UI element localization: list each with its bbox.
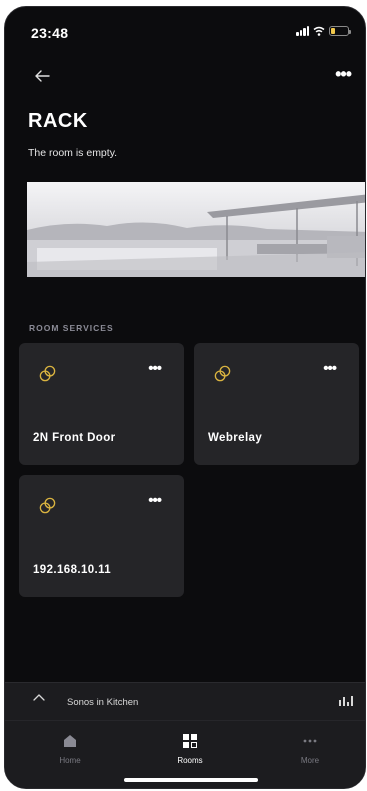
- home-indicator[interactable]: [124, 778, 258, 782]
- service-tile-192-168-10-11[interactable]: ••• 192.168.10.11: [19, 475, 184, 597]
- section-label: ROOM SERVICES: [29, 323, 114, 333]
- status-bar: 23:48: [5, 7, 365, 55]
- more-dots-icon: [303, 739, 317, 743]
- back-arrow-icon[interactable]: [33, 67, 51, 85]
- app-screen: 23:48 ••• RACK The room is empty. ROOM S…: [4, 6, 366, 789]
- chevron-up-icon[interactable]: [33, 693, 45, 703]
- tab-label: Home: [59, 756, 81, 765]
- link-rings-icon: [214, 365, 231, 382]
- room-photo: [27, 182, 365, 277]
- link-rings-icon: [39, 497, 56, 514]
- tab-label: More: [300, 756, 320, 765]
- service-tile-webrelay[interactable]: ••• Webrelay: [194, 343, 359, 465]
- service-name: 192.168.10.11: [33, 564, 112, 576]
- status-icons: [296, 26, 351, 36]
- battery-icon: [329, 26, 351, 36]
- now-playing-bar[interactable]: Sonos in Kitchen: [5, 682, 365, 720]
- tile-more-icon[interactable]: •••: [148, 361, 162, 376]
- page-title: RACK: [28, 110, 88, 132]
- cellular-signal-icon: [296, 26, 309, 36]
- link-rings-icon: [39, 365, 56, 382]
- status-time: 23:48: [31, 25, 69, 41]
- service-name: Webrelay: [208, 432, 263, 444]
- top-navigation: •••: [5, 63, 365, 93]
- tab-rooms[interactable]: Rooms: [155, 733, 225, 765]
- tab-more[interactable]: More: [275, 733, 345, 765]
- tab-home[interactable]: Home: [35, 733, 105, 765]
- tile-more-icon[interactable]: •••: [323, 361, 337, 376]
- more-options-icon[interactable]: •••: [335, 65, 352, 83]
- wifi-icon: [313, 26, 325, 36]
- room-status-text: The room is empty.: [28, 147, 118, 159]
- home-icon: [64, 735, 76, 747]
- service-tile-2n-front-door[interactable]: ••• 2N Front Door: [19, 343, 184, 465]
- tile-more-icon[interactable]: •••: [148, 493, 162, 508]
- tab-label: Rooms: [177, 756, 203, 765]
- now-playing-label: Sonos in Kitchen: [67, 697, 139, 708]
- service-name: 2N Front Door: [33, 432, 116, 444]
- equalizer-icon[interactable]: [339, 696, 353, 706]
- rooms-grid-icon: [183, 734, 197, 748]
